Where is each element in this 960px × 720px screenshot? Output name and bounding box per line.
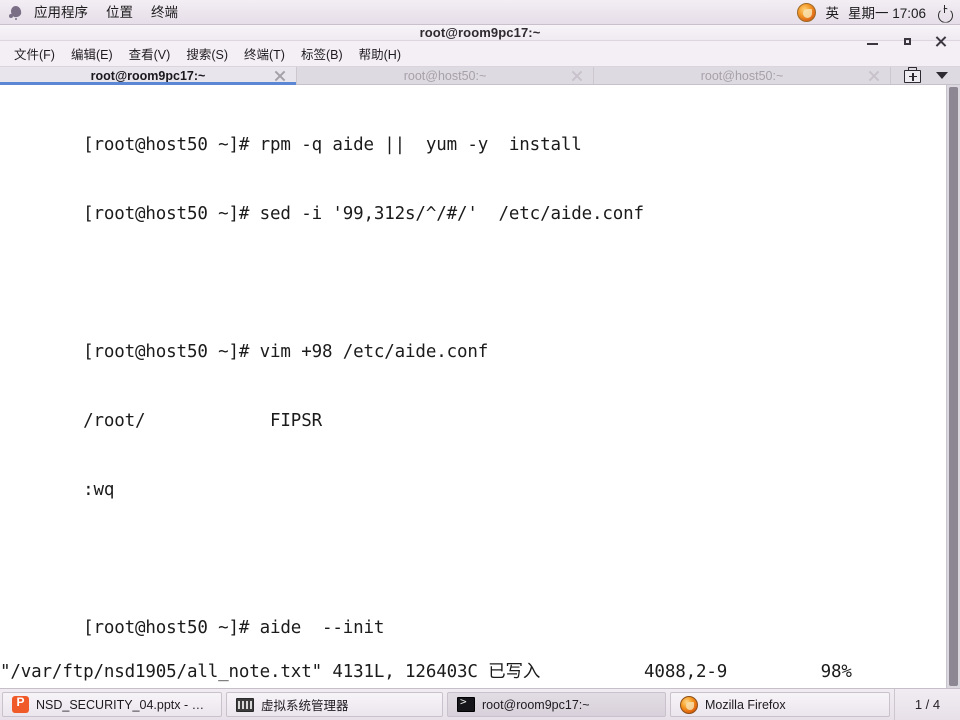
tab-actions [891,67,960,84]
power-icon[interactable] [937,4,952,20]
close-button[interactable] [932,32,950,50]
close-icon[interactable] [570,69,583,82]
tab-root-host50-1[interactable]: root@host50:~ [297,67,594,84]
vim-status-line: "/var/ftp/nsd1905/all_note.txt" 4131L, 1… [0,662,852,682]
terminal-line: [root@host50 ~]# rpm -q aide || yum -y i… [0,135,582,155]
terminal-icon [457,695,475,712]
taskbar-item-firefox[interactable]: Mozilla Firefox [670,692,890,717]
menu-help[interactable]: 帮助(H) [351,41,409,66]
terminal-window: root@room9pc17:~ 文件(F) 编辑(E) 查看(V) 搜索(S)… [0,25,960,688]
menu-edit[interactable]: 编辑(E) [63,41,121,66]
panel-menu-places[interactable]: 位置 [97,1,142,24]
clock[interactable]: 星期一 17:06 [848,2,926,22]
menu-view[interactable]: 查看(V) [121,41,179,66]
menu-search[interactable]: 搜索(S) [178,41,236,66]
desktop-top-panel: 应用程序 位置 终端 英 星期一 17:06 [0,0,960,25]
menu-file[interactable]: 文件(F) [6,41,63,66]
wps-powerpoint-icon [12,695,29,713]
menu-bar: 文件(F) 编辑(E) 查看(V) 搜索(S) 终端(T) 标签(B) 帮助(H… [0,41,960,67]
vertical-scrollbar[interactable] [946,85,960,688]
tab-bar: root@room9pc17:~ root@host50:~ root@host… [0,67,960,85]
terminal-body[interactable]: [root@host50 ~]# rpm -q aide || yum -y i… [0,85,960,688]
terminal-line: [root@host50 ~]# aide --init [0,618,385,638]
terminal-line: [root@host50 ~]# sed -i '99,312s/^/#/' /… [0,204,644,224]
tab-label: root@host50:~ [403,68,487,83]
tab-label: root@host50:~ [700,68,784,83]
scrollbar-thumb[interactable] [949,87,958,686]
panel-menu-terminal[interactable]: 终端 [142,1,187,24]
taskbar-item-label: NSD_SECURITY_04.pptx - WP... [36,697,212,712]
taskbar: NSD_SECURITY_04.pptx - WP... 虚拟系统管理器 roo… [0,688,960,720]
chevron-down-icon[interactable] [936,72,948,79]
menu-tabs[interactable]: 标签(B) [293,41,351,66]
virtual-machine-manager-icon [236,697,254,712]
input-method-indicator[interactable]: 英 [825,2,839,22]
window-buttons [864,25,950,57]
taskbar-item-virt-manager[interactable]: 虚拟系统管理器 [226,692,443,717]
minimize-button[interactable] [864,32,882,50]
firefox-icon [680,695,698,714]
taskbar-item-wps[interactable]: NSD_SECURITY_04.pptx - WP... [2,692,222,717]
gnome-foot-icon [8,4,24,20]
terminal-output[interactable]: [root@host50 ~]# rpm -q aide || yum -y i… [0,85,946,688]
terminal-line: :wq [0,480,115,500]
tab-root-host50-2[interactable]: root@host50:~ [594,67,891,84]
window-title: root@room9pc17:~ [419,25,541,40]
new-tab-icon[interactable] [903,67,922,84]
maximize-button[interactable] [898,32,916,50]
firefox-icon[interactable] [797,2,817,22]
tab-root-room9pc17[interactable]: root@room9pc17:~ [0,67,297,85]
taskbar-item-label: 虚拟系统管理器 [261,699,349,713]
menu-terminal[interactable]: 终端(T) [236,41,293,66]
terminal-line: /root/ FIPSR [0,411,322,431]
window-title-bar[interactable]: root@room9pc17:~ [0,25,960,47]
workspace-switcher[interactable]: 1 / 4 [894,689,960,720]
tab-label: root@room9pc17:~ [90,68,206,83]
taskbar-item-label: root@room9pc17:~ [482,697,590,712]
panel-tray: 英 星期一 17:06 [797,2,960,22]
panel-menu-applications[interactable]: 应用程序 [25,1,97,24]
close-icon[interactable] [273,69,286,82]
close-icon[interactable] [867,69,880,82]
taskbar-item-terminal[interactable]: root@room9pc17:~ [447,692,666,717]
panel-menu-group: 应用程序 位置 终端 [0,1,187,24]
taskbar-item-label: Mozilla Firefox [705,697,786,712]
terminal-line: [root@host50 ~]# vim +98 /etc/aide.conf [0,342,489,362]
